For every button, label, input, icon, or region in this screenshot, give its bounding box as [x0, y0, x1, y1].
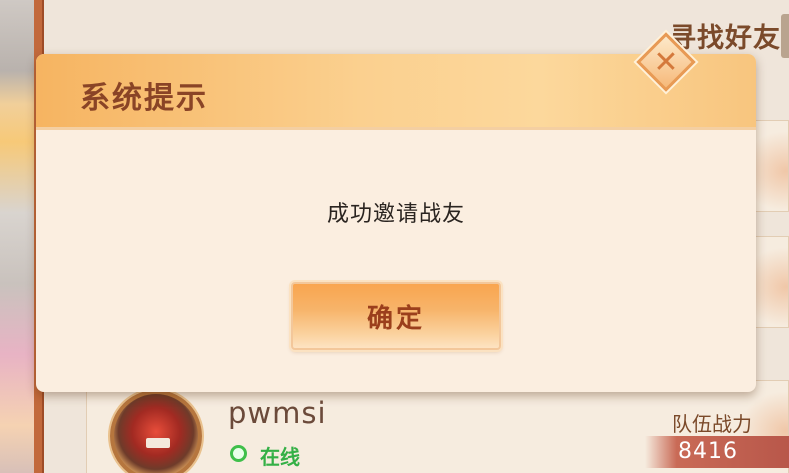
dialog-message: 成功邀请战友: [326, 202, 465, 227]
close-icon: ✕: [653, 44, 679, 80]
dialog-title: 系统提示: [80, 81, 208, 116]
confirm-button-label: 确定: [366, 303, 425, 334]
confirm-button[interactable]: 确定: [291, 282, 501, 350]
system-dialog: 系统提示 成功邀请战友 确定: [36, 54, 756, 392]
close-button[interactable]: ✕: [636, 32, 696, 92]
